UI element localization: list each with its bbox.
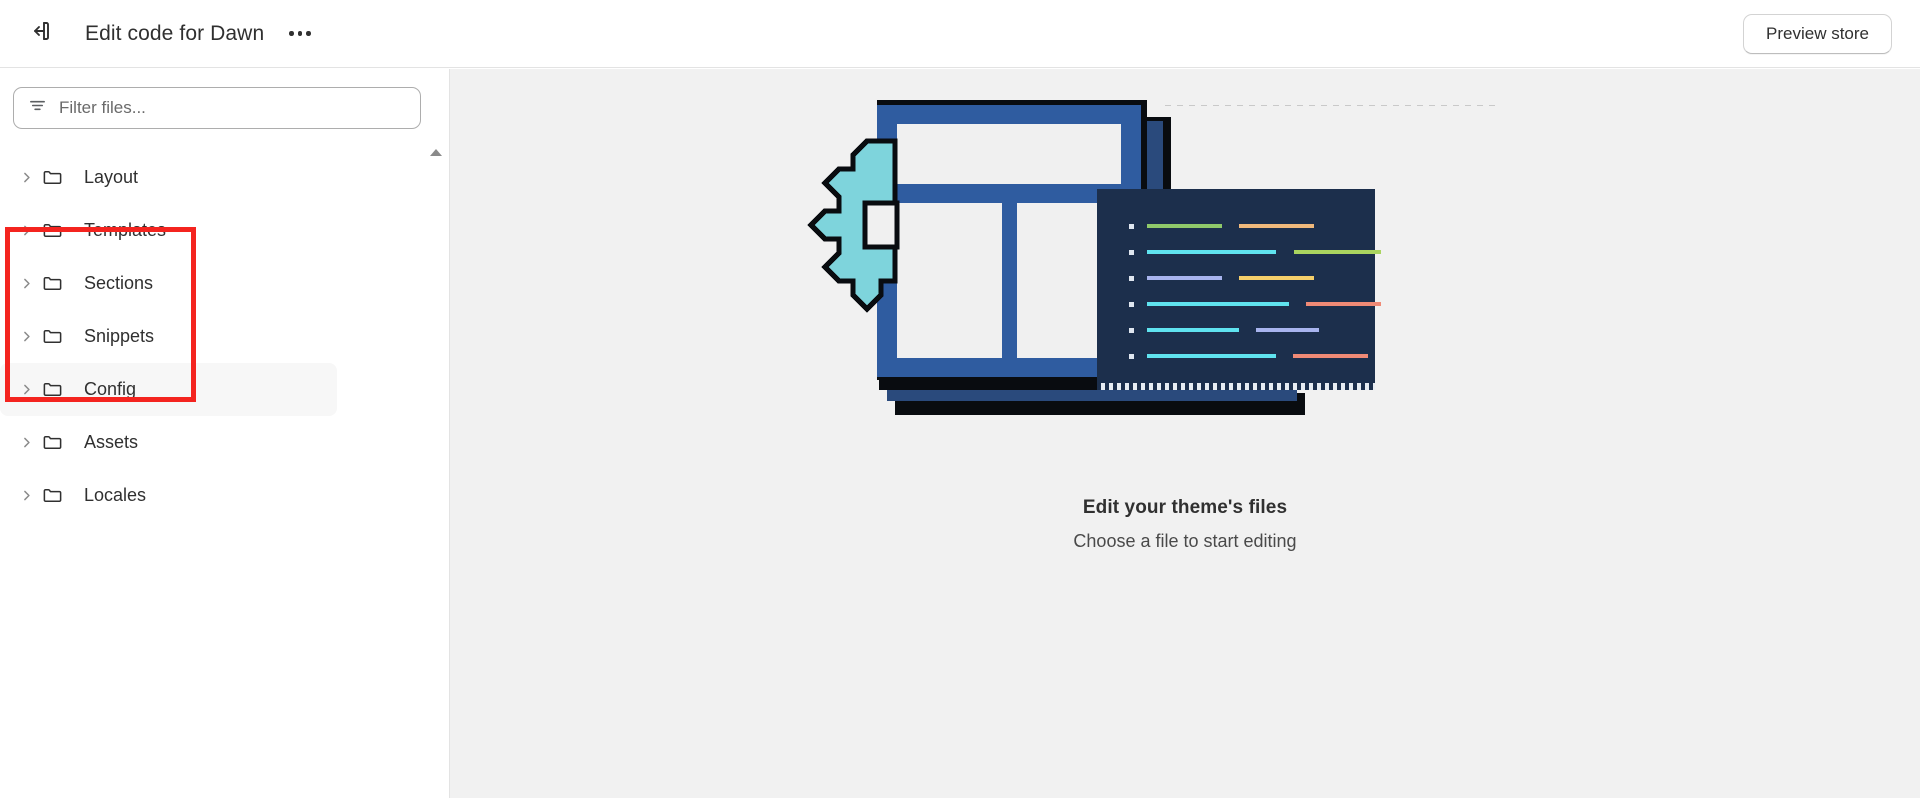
folder-icon xyxy=(42,167,74,188)
chevron-right-icon xyxy=(16,224,36,237)
tree-row-sections[interactable]: Sections xyxy=(0,257,337,310)
folder-icon xyxy=(42,273,74,294)
code-bullet-icon xyxy=(1129,249,1134,255)
code-bar xyxy=(1147,224,1222,228)
code-bar xyxy=(1293,354,1368,358)
tree-label: Config xyxy=(84,379,137,399)
chevron-right-icon xyxy=(16,277,36,290)
chevron-right-icon xyxy=(16,489,36,502)
code-bar xyxy=(1239,224,1314,228)
code-line xyxy=(1129,213,1379,239)
code-bullet-icon xyxy=(1129,223,1134,229)
ellipsis-icon xyxy=(289,31,311,36)
empty-state-subtitle: Choose a file to start editing xyxy=(1073,531,1297,551)
code-line xyxy=(1129,317,1379,343)
code-bullet-icon xyxy=(1129,275,1134,281)
tree-label: Sections xyxy=(84,273,154,293)
page-title: Edit code for Dawn xyxy=(85,21,265,45)
tree-row-assets[interactable]: Assets xyxy=(0,416,337,469)
folder-icon xyxy=(42,326,74,347)
top-bar: Edit code for Dawn Preview store xyxy=(0,0,1920,68)
file-tree: Layout Templates Sections Snippets Confi… xyxy=(0,151,449,522)
more-actions-button[interactable] xyxy=(282,17,318,51)
tree-label: Assets xyxy=(84,432,139,452)
tree-row-config[interactable]: Config xyxy=(0,363,337,416)
folder-icon xyxy=(42,485,74,506)
code-bar xyxy=(1147,302,1289,306)
tree-row-snippets[interactable]: Snippets xyxy=(0,310,337,363)
code-lines xyxy=(1129,213,1381,369)
tree-row-templates[interactable]: Templates xyxy=(0,204,337,257)
code-bar xyxy=(1239,276,1314,280)
main-content-area: Edit your theme's files Choose a file to… xyxy=(450,69,1920,798)
dashed-guide-line xyxy=(1165,105,1495,106)
code-bullet-icon xyxy=(1129,353,1134,359)
folder-icon xyxy=(42,220,74,241)
code-bar xyxy=(1147,276,1222,280)
tree-label: Layout xyxy=(84,167,139,187)
chevron-right-icon xyxy=(16,330,36,343)
gear-icon xyxy=(805,135,935,325)
code-line xyxy=(1129,239,1381,265)
code-bullet-icon xyxy=(1129,327,1134,333)
tree-row-layout[interactable]: Layout xyxy=(0,151,337,204)
chevron-right-icon xyxy=(16,171,36,184)
filter-container xyxy=(0,69,449,129)
tree-label: Locales xyxy=(84,485,147,505)
filter-files-box[interactable] xyxy=(13,87,421,129)
theme-files-illustration xyxy=(807,93,1505,483)
code-bar xyxy=(1147,328,1239,332)
code-line xyxy=(1129,291,1381,317)
code-bar xyxy=(1306,302,1381,306)
code-line xyxy=(1129,343,1379,369)
code-bar xyxy=(1147,250,1276,254)
tree-label: Templates xyxy=(84,220,167,240)
tree-row-locales[interactable]: Locales xyxy=(0,469,337,522)
filter-icon xyxy=(28,96,47,120)
code-bar xyxy=(1256,328,1319,332)
exit-button[interactable] xyxy=(20,14,60,54)
exit-icon xyxy=(28,19,52,48)
code-bar xyxy=(1147,354,1276,358)
code-bar xyxy=(1294,250,1381,254)
folder-icon xyxy=(42,432,74,453)
filter-files-input[interactable] xyxy=(59,98,389,118)
preview-store-button[interactable]: Preview store xyxy=(1743,14,1892,54)
code-bullet-icon xyxy=(1129,301,1134,307)
chevron-right-icon xyxy=(16,383,36,396)
code-line xyxy=(1129,265,1379,291)
tree-label: Snippets xyxy=(84,326,155,346)
file-sidebar: Layout Templates Sections xyxy=(0,69,450,798)
empty-state-title: Edit your theme's files xyxy=(1082,497,1288,518)
chevron-right-icon xyxy=(16,436,36,449)
code-panel-dither-edge xyxy=(1097,383,1375,390)
folder-icon xyxy=(42,379,74,400)
